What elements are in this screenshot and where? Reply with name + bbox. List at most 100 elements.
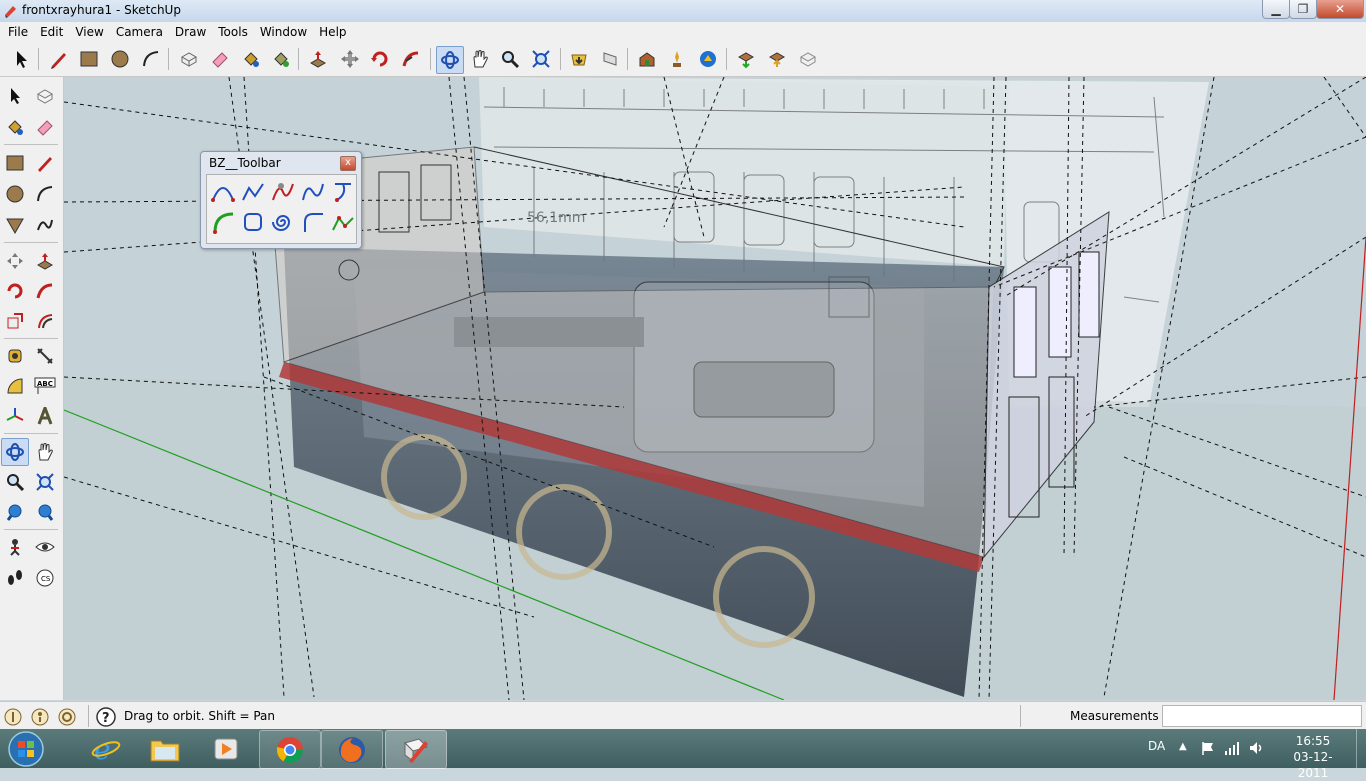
pan-icon[interactable] <box>31 438 59 466</box>
make-component-icon[interactable] <box>31 82 59 110</box>
zoom-extents-icon[interactable] <box>528 46 554 72</box>
polygon-icon[interactable] <box>1 211 29 239</box>
show-desktop-button[interactable] <box>1356 729 1366 768</box>
walk-icon[interactable] <box>1 564 29 592</box>
push-pull-icon[interactable] <box>305 46 331 72</box>
firefox-icon[interactable] <box>321 730 383 769</box>
axes-icon[interactable] <box>1 402 29 430</box>
circle-icon[interactable] <box>1 180 29 208</box>
menu-view[interactable]: View <box>71 25 107 39</box>
orbit-icon[interactable] <box>436 46 464 74</box>
credits-icon[interactable] <box>31 708 49 726</box>
eraser-icon[interactable] <box>31 113 59 141</box>
volume-icon[interactable] <box>1248 740 1264 756</box>
cubic-bezier-icon[interactable] <box>331 180 355 204</box>
freehand-icon[interactable] <box>31 211 59 239</box>
close-button[interactable]: ✕ <box>1316 0 1364 19</box>
menu-file[interactable]: File <box>4 25 32 39</box>
bezier-curve-icon[interactable] <box>211 180 235 204</box>
eraser-icon[interactable] <box>207 46 233 72</box>
user-icon[interactable] <box>58 708 76 726</box>
place-model-icon[interactable] <box>795 46 821 72</box>
section-plane-icon[interactable]: CS <box>31 564 59 592</box>
internet-explorer-icon[interactable]: e <box>76 730 136 767</box>
3d-text-icon[interactable] <box>31 402 59 430</box>
media-player-icon[interactable] <box>196 730 256 767</box>
network-icon[interactable] <box>1224 740 1240 756</box>
line-icon[interactable] <box>31 149 59 177</box>
text-icon[interactable]: ABC <box>31 372 59 400</box>
follow-me-icon[interactable] <box>31 277 59 305</box>
fillet-icon[interactable] <box>301 210 325 234</box>
make-component-icon[interactable] <box>176 46 202 72</box>
rectangle-icon[interactable] <box>1 149 29 177</box>
next-view-icon[interactable] <box>597 46 623 72</box>
google-earth-icon[interactable] <box>733 46 759 72</box>
select-icon[interactable] <box>8 46 34 72</box>
tray-expand-icon[interactable]: ▲ <box>1179 741 1187 752</box>
divider-icon[interactable] <box>331 210 355 234</box>
rotate-icon[interactable] <box>367 46 393 72</box>
previous-view-icon[interactable] <box>566 46 592 72</box>
menu-edit[interactable]: Edit <box>36 25 67 39</box>
circle-icon[interactable] <box>107 46 133 72</box>
3d-warehouse-icon[interactable] <box>634 46 660 72</box>
rectangle-icon[interactable] <box>76 46 102 72</box>
zoom-icon[interactable] <box>497 46 523 72</box>
menu-help[interactable]: Help <box>315 25 350 39</box>
paint-bucket-icon[interactable] <box>1 113 29 141</box>
measurements-input[interactable] <box>1162 705 1362 727</box>
chrome-icon[interactable] <box>259 730 321 769</box>
look-around-icon[interactable] <box>31 533 59 561</box>
follow-me-icon[interactable] <box>398 46 424 72</box>
dimension-icon[interactable] <box>31 342 59 370</box>
polyline-curve-icon[interactable] <box>241 180 265 204</box>
zoom-window-icon[interactable] <box>31 468 59 496</box>
maximize-button[interactable]: ❐ <box>1289 0 1317 19</box>
offset-icon[interactable] <box>31 307 59 335</box>
menu-draw[interactable]: Draw <box>171 25 210 39</box>
rectangle-curve-icon[interactable] <box>241 210 265 234</box>
b-spline-icon[interactable] <box>301 180 325 204</box>
status-bar: ? Drag to orbit. Shift = Pan Measurement… <box>0 701 1366 730</box>
rotate-icon[interactable] <box>1 277 29 305</box>
bz-toolbar-close-button[interactable]: x <box>340 156 356 171</box>
scale-icon[interactable] <box>1 307 29 335</box>
spiral-icon[interactable] <box>271 210 295 234</box>
menu-camera[interactable]: Camera <box>112 25 167 39</box>
orbit-icon[interactable] <box>1 438 29 466</box>
language-indicator[interactable]: DA <box>1148 739 1165 753</box>
push-pull-icon[interactable] <box>31 247 59 275</box>
start-button[interactable] <box>4 730 48 768</box>
protractor-icon[interactable] <box>1 372 29 400</box>
move-icon[interactable] <box>337 46 363 72</box>
minimize-button[interactable]: ▁ <box>1262 0 1290 19</box>
arc-icon[interactable] <box>31 180 59 208</box>
tape-measure-icon[interactable] <box>1 342 29 370</box>
paint-bucket-2-icon[interactable] <box>268 46 294 72</box>
clock[interactable]: 16:55 03-12-2011 <box>1280 733 1346 781</box>
arc-segment-icon[interactable] <box>211 210 235 234</box>
move-icon[interactable] <box>1 247 29 275</box>
menu-window[interactable]: Window <box>256 25 311 39</box>
pencil-icon[interactable] <box>46 46 72 72</box>
get-models-icon[interactable] <box>664 46 690 72</box>
flag-icon[interactable] <box>1200 740 1216 756</box>
zoom-icon[interactable] <box>1 468 29 496</box>
file-explorer-icon[interactable] <box>135 730 195 767</box>
geo-location-icon[interactable] <box>4 708 22 726</box>
paint-bucket-icon[interactable] <box>238 46 264 72</box>
previous-icon[interactable] <box>31 498 59 526</box>
menu-tools[interactable]: Tools <box>214 25 252 39</box>
help-icon[interactable]: ? <box>96 707 116 727</box>
select-icon[interactable] <box>1 82 29 110</box>
get-current-view-icon[interactable] <box>764 46 790 72</box>
status-text: Drag to orbit. Shift = Pan <box>124 709 275 723</box>
share-model-icon[interactable] <box>695 46 721 72</box>
arc-icon[interactable] <box>138 46 164 72</box>
pan-icon[interactable] <box>467 46 493 72</box>
f-spline-icon[interactable] <box>271 180 295 204</box>
sketchup-icon[interactable] <box>385 730 447 769</box>
position-camera-icon[interactable] <box>1 533 29 561</box>
zoom-extents-icon[interactable] <box>1 498 29 526</box>
